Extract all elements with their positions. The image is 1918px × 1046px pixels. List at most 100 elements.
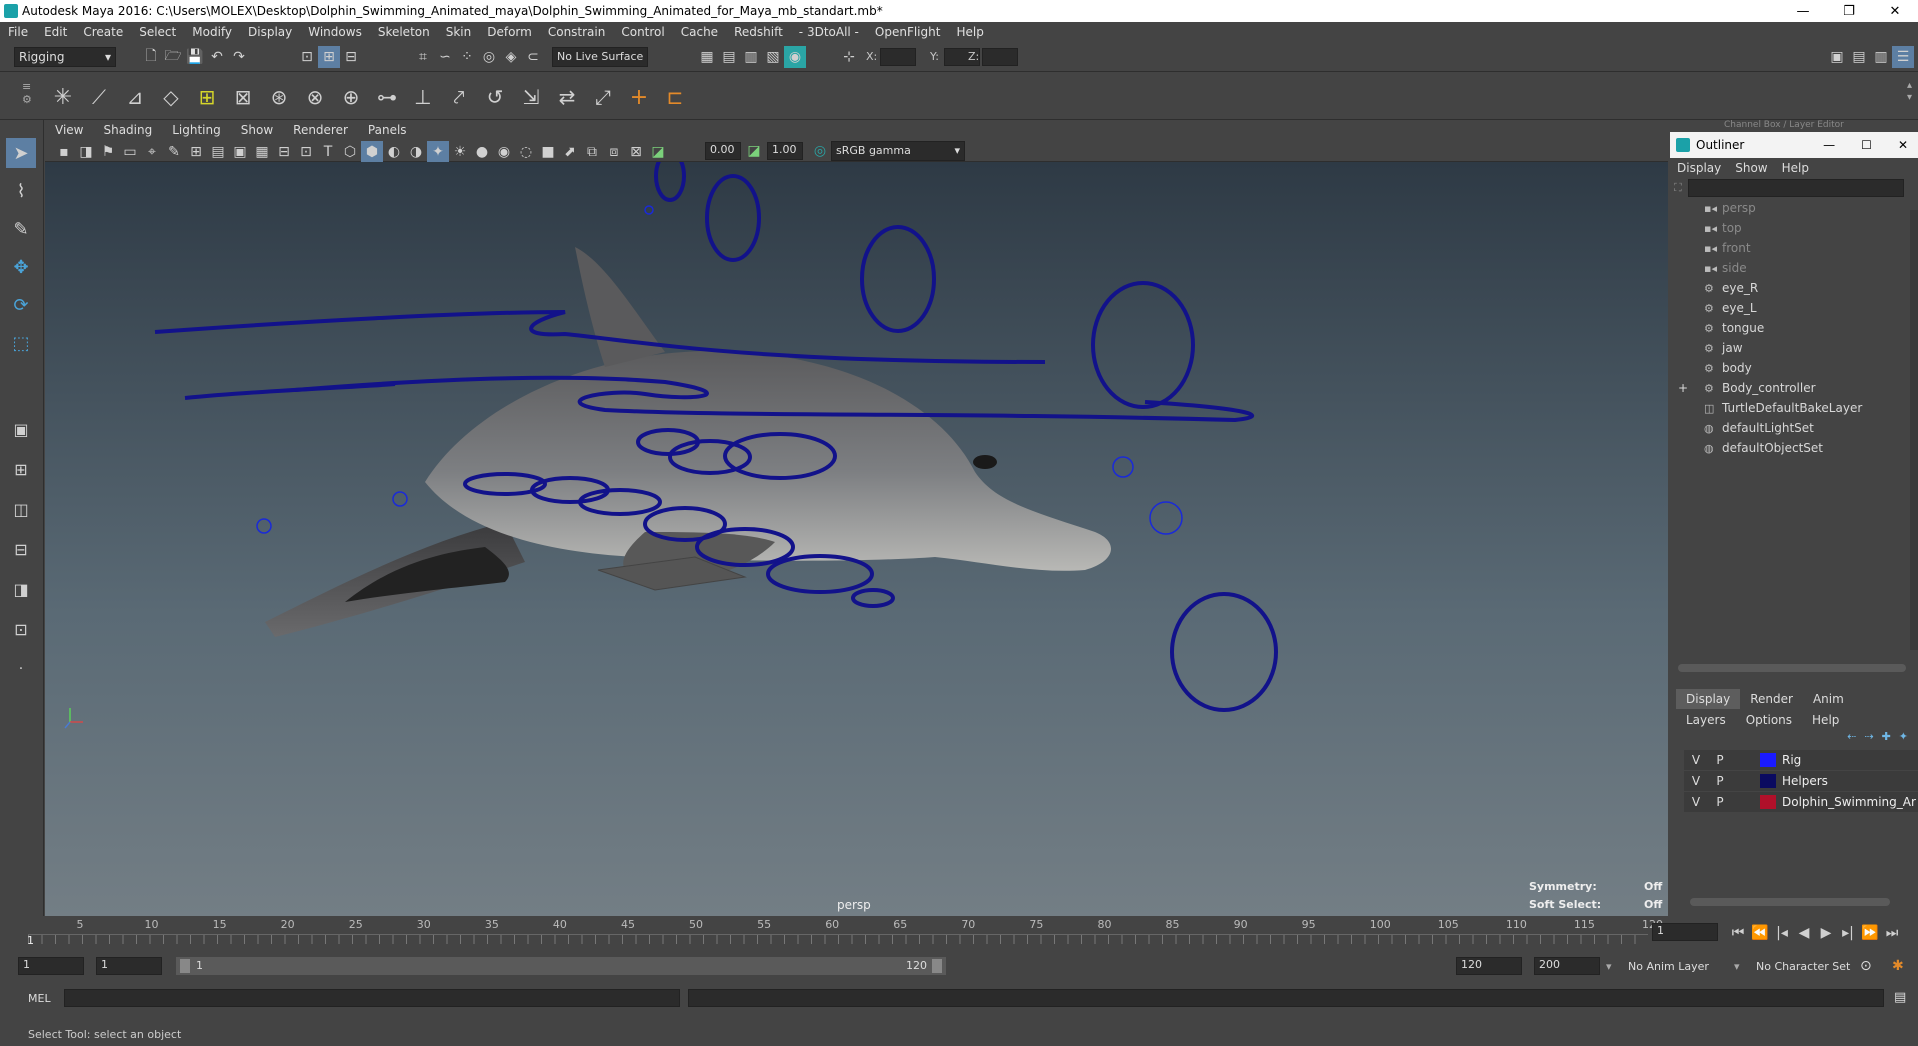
mirror-joint-icon[interactable]: ⊿ (120, 82, 150, 112)
menu-edit[interactable]: Edit (36, 25, 75, 39)
outliner-vscrollbar[interactable] (1910, 210, 1918, 650)
outliner-item[interactable]: ◍ defaultObjectSet (1674, 438, 1918, 458)
parent-constraint-icon[interactable]: ⇄ (552, 82, 582, 112)
field-chart-icon[interactable]: ⊟ (273, 141, 295, 163)
four-view-icon[interactable]: ⊞ (6, 454, 36, 484)
render-settings-icon[interactable]: ▥ (740, 46, 762, 68)
point-constraint-icon[interactable]: ⊥ (408, 82, 438, 112)
outliner-item[interactable]: ⚙ eye_L (1674, 298, 1918, 318)
outliner-item[interactable]: ⚙ eye_R (1674, 278, 1918, 298)
range-start-handle[interactable] (180, 959, 190, 973)
auto-key-icon[interactable]: ⊙ (1860, 958, 1872, 974)
chevron-down-icon[interactable]: ▾ (1606, 960, 1612, 973)
menu-help[interactable]: Help (948, 25, 991, 39)
snap-grid-icon[interactable]: ⌗ (412, 46, 434, 68)
channel-box-icon[interactable]: ☰ (1892, 46, 1914, 68)
layer-row[interactable]: V P Rig (1684, 750, 1918, 770)
ipr-render-icon[interactable]: ▤ (718, 46, 740, 68)
shelf-menu-icon[interactable]: ≡ ⚙ (22, 80, 32, 106)
layer-tab-render[interactable]: Render (1740, 689, 1803, 709)
camera-select-icon[interactable]: ▪ (53, 141, 75, 163)
outliner-filter-icon[interactable]: ⛶ (1674, 181, 1682, 195)
menu-deform[interactable]: Deform (479, 25, 540, 39)
gamma-field[interactable]: 1.00 (767, 142, 803, 160)
step-forward-key-icon[interactable]: ⏩ (1860, 922, 1880, 944)
move-tool-icon[interactable]: ✥ (6, 252, 36, 282)
layer-visibility-toggle[interactable]: V (1684, 753, 1708, 767)
playback-end-field[interactable]: 120 (1456, 957, 1522, 975)
outliner-item[interactable]: ◫ TurtleDefaultBakeLayer (1674, 398, 1918, 418)
scale-tool-icon[interactable]: ⬚ (6, 328, 36, 358)
grease-pencil-icon[interactable]: ✎ (163, 141, 185, 163)
smooth-shade-icon[interactable]: ⬢ (361, 141, 383, 163)
menu-file[interactable]: File (0, 25, 36, 39)
color-management-icon[interactable]: ◎ (809, 140, 831, 162)
persp-graph-icon[interactable]: ⊟ (6, 534, 36, 564)
ik-handle-icon[interactable]: ⊞ (192, 82, 222, 112)
attribute-editor-icon[interactable]: ▤ (1848, 46, 1870, 68)
redo-icon[interactable]: ↷ (228, 46, 250, 68)
layout-more-icon[interactable]: ⋅ (6, 654, 36, 684)
select-object-icon[interactable]: ⊞ (318, 46, 340, 68)
resolution-gate-icon[interactable]: ▣ (229, 141, 251, 163)
menu-windows[interactable]: Windows (300, 25, 370, 39)
menu-skeleton[interactable]: Skeleton (370, 25, 438, 39)
script-editor-icon[interactable]: ▤ (1894, 990, 1906, 1005)
menu-constrain[interactable]: Constrain (540, 25, 614, 39)
layer-menu-layers[interactable]: Layers (1676, 710, 1736, 730)
layer-hscrollbar[interactable] (1690, 898, 1890, 906)
menu-3dtoall[interactable]: - 3DtoAll - (791, 25, 867, 39)
select-hierarchy-icon[interactable]: ⊡ (296, 46, 318, 68)
range-slider[interactable]: 1 120 (176, 957, 946, 975)
pole-vector-icon[interactable]: ⤢ (588, 82, 618, 112)
transform-input-icon[interactable]: ⊹ (838, 46, 860, 68)
outliner-item[interactable]: ▪◂ front (1674, 238, 1918, 258)
move-layer-down-icon[interactable]: ⇢ (1864, 730, 1873, 750)
select-tool-icon[interactable]: ➤ (6, 138, 36, 168)
chevron-down-icon[interactable]: ▾ (1734, 960, 1740, 973)
layer-menu-help[interactable]: Help (1802, 710, 1849, 730)
character-set-dropdown[interactable]: No Character Set (1756, 960, 1850, 973)
outliner-persp-icon[interactable]: ⊡ (6, 614, 36, 644)
cmd-language-label[interactable]: MEL (28, 992, 51, 1005)
outliner-item[interactable]: ◍ defaultLightSet (1674, 418, 1918, 438)
layer-playback-toggle[interactable]: P (1708, 753, 1732, 767)
menu-select[interactable]: Select (131, 25, 184, 39)
rigid-skin-icon[interactable]: ⊗ (300, 82, 330, 112)
menu-redshift[interactable]: Redshift (726, 25, 791, 39)
move-layer-up-icon[interactable]: ⇠ (1847, 730, 1856, 750)
outliner-menu-show[interactable]: Show (1728, 161, 1774, 175)
menu-modify[interactable]: Modify (184, 25, 240, 39)
layer-color-swatch[interactable] (1760, 753, 1776, 767)
layer-visibility-toggle[interactable]: V (1684, 774, 1708, 788)
tool-settings-icon[interactable]: ▥ (1870, 46, 1892, 68)
cluster-icon[interactable]: ⊶ (372, 82, 402, 112)
menu-display[interactable]: Display (240, 25, 300, 39)
orient-joint-icon[interactable]: ◇ (156, 82, 186, 112)
command-input[interactable] (64, 989, 680, 1007)
select-component-icon[interactable]: ⊟ (340, 46, 362, 68)
live-surface-field[interactable]: No Live Surface (552, 47, 648, 67)
xray-icon[interactable]: ⧉ (581, 141, 603, 163)
outliner-menu-display[interactable]: Display (1670, 161, 1728, 175)
modeling-toolkit-icon[interactable]: ▣ (1826, 46, 1848, 68)
layer-playback-toggle[interactable]: P (1708, 774, 1732, 788)
menu-control[interactable]: Control (613, 25, 672, 39)
x-coord-field[interactable] (880, 48, 916, 66)
menu-skin[interactable]: Skin (438, 25, 480, 39)
scale-constraint-icon[interactable]: ⇲ (516, 82, 546, 112)
outliner-item[interactable]: ▪◂ side (1674, 258, 1918, 278)
channelbox-header[interactable]: Channel Box / Layer Editor (1668, 120, 1918, 132)
z-coord-field[interactable] (982, 48, 1018, 66)
menu-cache[interactable]: Cache (673, 25, 726, 39)
multisample-aa-icon[interactable]: ◌ (515, 141, 537, 163)
aim-constraint-icon[interactable]: ⤤ (444, 82, 474, 112)
paint-select-icon[interactable]: ✎ (6, 214, 36, 244)
film-gate-icon[interactable]: ▤ (207, 141, 229, 163)
outliner-menu-help[interactable]: Help (1775, 161, 1816, 175)
open-scene-icon[interactable]: 🗁 (162, 46, 184, 68)
outliner-item[interactable]: ▪◂ top (1674, 218, 1918, 238)
step-forward-frame-icon[interactable]: ▸| (1838, 922, 1858, 944)
safe-action-icon[interactable]: ⊡ (295, 141, 317, 163)
viewport-menu-show[interactable]: Show (231, 123, 283, 137)
